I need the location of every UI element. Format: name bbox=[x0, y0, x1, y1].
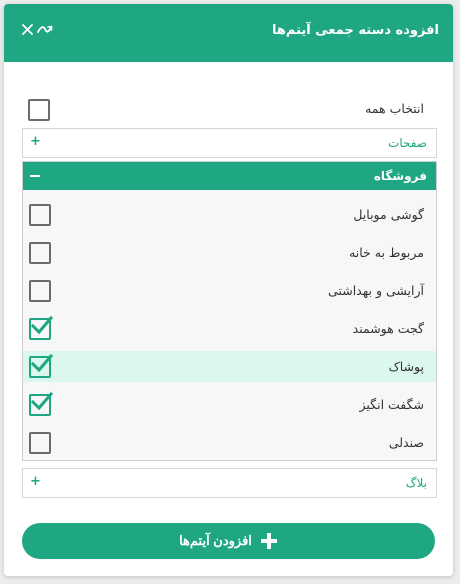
item-label: مربوط به خانه bbox=[349, 245, 424, 260]
checkmark-icon bbox=[30, 391, 54, 411]
item-label: شگفت انگیز bbox=[359, 397, 424, 412]
bulk-add-dialog: افزوده دسته جمعی آیتم‌ها انتخاب همه + صف… bbox=[4, 4, 453, 576]
close-icon[interactable] bbox=[22, 24, 33, 35]
list-item-chair[interactable]: صندلی bbox=[23, 427, 436, 458]
item-label: گوشی موبایل bbox=[353, 207, 424, 222]
header-actions bbox=[22, 24, 53, 35]
checkmark-icon bbox=[30, 353, 54, 373]
add-items-button-content: افزودن آیتم‌ها bbox=[22, 532, 435, 550]
list-item-cosmetics[interactable]: آرایشی و بهداشتی bbox=[23, 275, 436, 306]
collapse-shop-icon[interactable] bbox=[30, 175, 40, 177]
item-label: آرایشی و بهداشتی bbox=[328, 283, 424, 298]
expand-pages-icon[interactable]: + bbox=[30, 134, 41, 149]
list-item-clothing[interactable]: پوشاک bbox=[23, 351, 436, 382]
list-item-home[interactable]: مربوط به خانه bbox=[23, 237, 436, 268]
list-item-mobile[interactable]: گوشی موبایل bbox=[23, 199, 436, 230]
item-checkbox[interactable] bbox=[29, 242, 51, 264]
dialog-title: افزوده دسته جمعی آیتم‌ها bbox=[271, 23, 439, 38]
plus-icon bbox=[260, 533, 277, 549]
panel-pages-header[interactable]: + صفحات bbox=[22, 128, 437, 158]
item-label: گجت هوشمند bbox=[352, 321, 424, 336]
panel-shop-header[interactable]: فروشگاه bbox=[23, 162, 436, 190]
item-checkbox-checked[interactable] bbox=[29, 353, 54, 378]
panel-pages-title: صفحات bbox=[388, 136, 427, 150]
panel-shop-title: فروشگاه bbox=[373, 169, 427, 183]
item-checkbox-checked[interactable] bbox=[29, 391, 54, 416]
item-checkbox[interactable] bbox=[29, 432, 51, 454]
collapse-arrow-icon[interactable] bbox=[37, 24, 53, 35]
add-items-button[interactable]: افزودن آیتم‌ها bbox=[22, 523, 435, 559]
add-items-label: افزودن آیتم‌ها bbox=[179, 533, 252, 548]
expand-blog-icon[interactable]: + bbox=[30, 474, 41, 489]
list-item-smart-gadget[interactable]: گجت هوشمند bbox=[23, 313, 436, 344]
panel-blog-title: بلاگ bbox=[405, 476, 427, 490]
item-checkbox[interactable] bbox=[29, 280, 51, 302]
item-label: صندلی bbox=[388, 435, 424, 450]
panel-blog-header[interactable]: + بلاگ bbox=[22, 468, 437, 498]
item-checkbox[interactable] bbox=[29, 204, 51, 226]
item-label: پوشاک bbox=[388, 359, 424, 374]
checkmark-icon bbox=[30, 315, 54, 335]
dialog-header: افزوده دسته جمعی آیتم‌ها bbox=[4, 4, 453, 62]
list-item-amazing[interactable]: شگفت انگیز bbox=[23, 389, 436, 420]
select-all-label: انتخاب همه bbox=[365, 101, 424, 116]
panel-shop: فروشگاه گوشی موبایل مربوط به خانه آرایشی… bbox=[22, 161, 437, 461]
item-checkbox-checked[interactable] bbox=[29, 315, 54, 340]
select-all-checkbox[interactable] bbox=[28, 99, 50, 121]
select-all-row[interactable]: انتخاب همه bbox=[22, 94, 436, 124]
